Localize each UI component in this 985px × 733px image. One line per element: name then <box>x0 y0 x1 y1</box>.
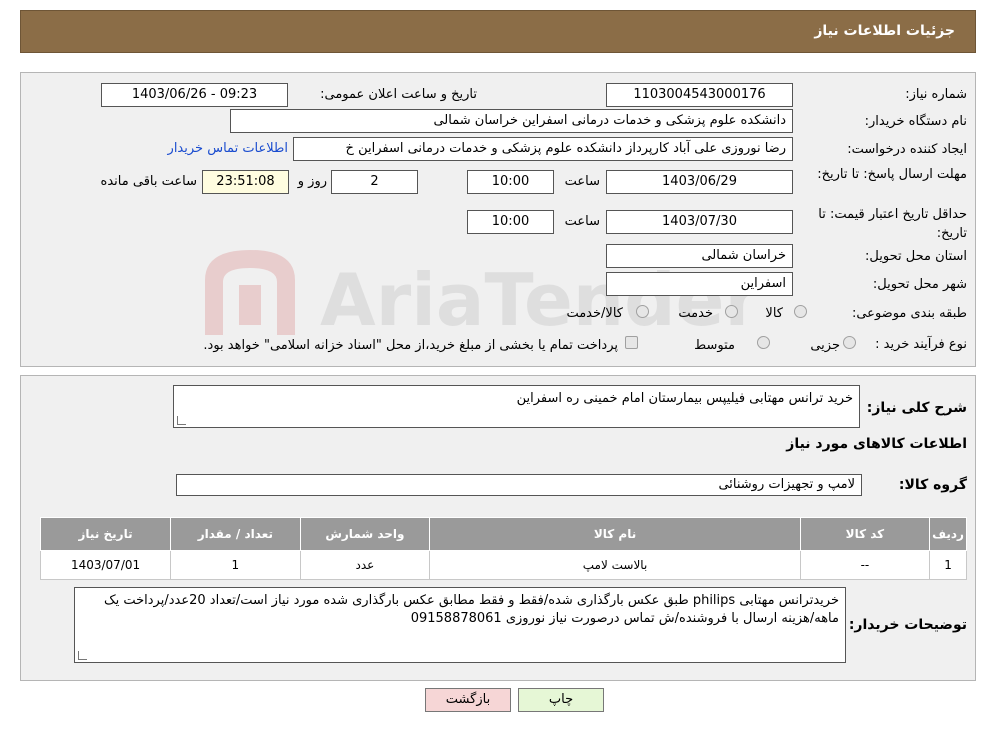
table-row: 1 -- بالاست لامپ عدد 1 1403/07/01 <box>39 550 967 580</box>
purchase-checkbox-treasury[interactable] <box>625 336 638 349</box>
cell-unit: عدد <box>299 550 431 580</box>
time-remaining-label: ساعت باقی مانده <box>100 174 197 189</box>
page-header: جزئیات اطلاعات نیاز <box>20 10 976 53</box>
watermark-text: AriaTender.neT <box>320 258 755 342</box>
buyer-notes-field: خریدترانس مهتابی philips طبق عکس بارگذار… <box>74 587 846 663</box>
province-label: استان محل تحویل: <box>865 249 967 264</box>
purchase-option-medium: متوسط <box>694 338 735 353</box>
city-label: شهر محل تحویل: <box>872 277 967 292</box>
col-header-goods-name: نام کالا <box>429 517 801 551</box>
days-and-label: روز و <box>297 174 327 189</box>
category-label: طبقه بندی موضوعی: <box>851 306 967 321</box>
price-validity-label-text: حداقل تاریخ اعتبار قیمت: تا تاریخ: <box>818 207 967 241</box>
cell-goods-code: -- <box>799 550 931 580</box>
reply-time-field: 10:00 <box>467 170 554 194</box>
validity-time-field: 10:00 <box>467 210 554 234</box>
page-title: جزئیات اطلاعات نیاز <box>814 23 955 39</box>
reply-date-field: 1403/06/29 <box>606 170 793 194</box>
col-header-unit: واحد شمارش <box>299 517 431 551</box>
category-radio-service[interactable] <box>725 305 738 318</box>
purchase-radio-minor[interactable] <box>843 336 856 349</box>
reply-deadline-label-text: مهلت ارسال پاسخ: تا تاریخ: <box>817 167 967 182</box>
category-radio-goods[interactable] <box>794 305 807 318</box>
goods-group-label: گروه کالا: <box>898 477 967 493</box>
buyer-org-label: نام دستگاه خریدار: <box>864 114 967 129</box>
col-header-goods-code: کد کالا <box>799 517 931 551</box>
buyer-notes-label: توضیحات خریدار: <box>848 617 967 633</box>
time-left-field: 23:51:08 <box>202 170 289 194</box>
province-field: خراسان شمالی <box>606 244 793 268</box>
announce-datetime-field: 1403/06/26 - 09:23 <box>101 83 288 107</box>
need-number-label: شماره نیاز: <box>905 87 967 102</box>
goods-group-field: لامپ و تجهیزات روشنائی <box>176 474 862 496</box>
table-header-row: ردیف کد کالا نام کالا واحد شمارش تعداد /… <box>39 517 967 551</box>
cell-quantity: 1 <box>170 550 301 580</box>
reply-time-label: ساعت <box>564 174 600 189</box>
general-desc-field: خرید ترانس مهتابی فیلیپس بیمارستان امام … <box>173 385 860 428</box>
validity-time-label: ساعت <box>564 214 600 229</box>
purchase-note: پرداخت تمام یا بخشی از مبلغ خرید،از محل … <box>203 338 618 353</box>
purchase-option-minor: جزیی <box>810 338 840 353</box>
requester-field: رضا نوروزی علی آباد کارپرداز دانشکده علو… <box>293 137 793 161</box>
category-radio-goods-service[interactable] <box>636 305 649 318</box>
cell-row-number: 1 <box>929 550 967 580</box>
general-desc-label: شرح کلی نیاز: <box>866 400 967 416</box>
announce-datetime-label: تاریخ و ساعت اعلان عمومی: <box>320 87 477 102</box>
buyer-contact-link-text[interactable]: اطلاعات تماس خریدار <box>168 141 288 156</box>
purchase-type-label: نوع فرآیند خرید : <box>875 337 967 352</box>
resize-grip-icon[interactable] <box>177 416 186 425</box>
category-option-goods: کالا <box>765 306 783 321</box>
city-field: اسفراین <box>606 272 793 296</box>
cell-goods-name: بالاست لامپ <box>429 550 801 580</box>
items-table: ردیف کد کالا نام کالا واحد شمارش تعداد /… <box>39 517 967 580</box>
validity-date-field: 1403/07/30 <box>606 210 793 234</box>
col-header-quantity: تعداد / مقدار <box>170 517 301 551</box>
print-button[interactable]: چاپ <box>518 688 604 712</box>
resize-grip-icon[interactable] <box>78 651 87 660</box>
cell-need-date: 1403/07/01 <box>39 550 172 580</box>
category-option-service: خدمت <box>678 306 713 321</box>
col-header-row-number: ردیف <box>929 517 967 551</box>
back-button[interactable]: بازگشت <box>425 688 511 712</box>
days-left-field: 2 <box>331 170 418 194</box>
price-validity-label: حداقل تاریخ اعتبار قیمت: تا تاریخ: <box>807 205 967 243</box>
reply-deadline-label: مهلت ارسال پاسخ: تا تاریخ: <box>817 165 967 184</box>
buyer-contact-link[interactable]: اطلاعات تماس خریدار <box>168 141 288 156</box>
general-desc-text: خرید ترانس مهتابی فیلیپس بیمارستان امام … <box>516 391 853 406</box>
need-number-field: 1103004543000176 <box>606 83 793 107</box>
purchase-radio-medium[interactable] <box>757 336 770 349</box>
col-header-need-date: تاریخ نیاز <box>39 517 172 551</box>
requester-label: ایجاد کننده درخواست: <box>847 142 967 157</box>
goods-info-heading: اطلاعات کالاهای مورد نیاز <box>786 436 967 452</box>
category-option-goods-service: کالا/خدمت <box>566 306 623 321</box>
buyer-org-field: دانشکده علوم پزشکی و خدمات درمانی اسفرای… <box>230 109 793 133</box>
buyer-notes-text: خریدترانس مهتابی philips طبق عکس بارگذار… <box>103 593 839 626</box>
